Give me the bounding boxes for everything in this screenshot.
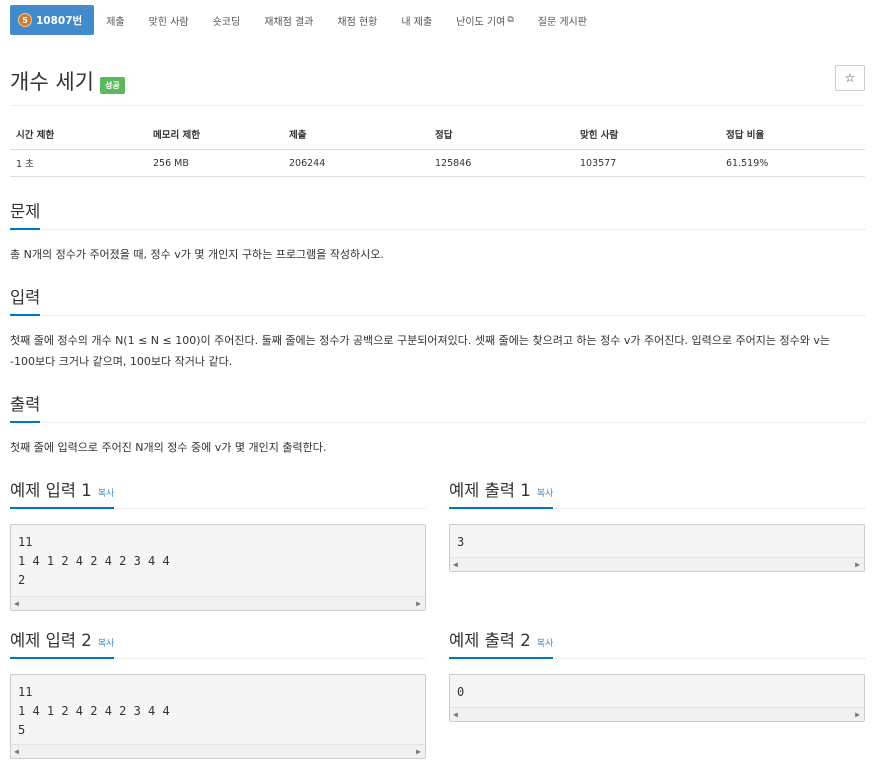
input-description-line2: -100보다 크거나 같으며, 100보다 작거나 같다. (10, 355, 233, 368)
title-divider (10, 105, 865, 106)
value-accept-ratio: 61.519% (720, 149, 865, 177)
sample-output-1-header: 예제 출력 1 복사 (449, 477, 865, 509)
sample-input-2-box: 11 1 4 1 2 4 2 4 2 3 4 4 5 ◀ ▶ (10, 674, 426, 759)
description-text: 총 N개의 정수가 주어졌을 때, 정수 v가 몇 개인지 구하는 프로그램을 … (10, 248, 384, 261)
nav-question-board[interactable]: 질문 게시판 (526, 5, 599, 35)
nav-difficulty-contribution[interactable]: 난이도 기여 ⧉ (444, 5, 526, 35)
copy-sample-output-2-button[interactable]: 복사 (537, 639, 554, 649)
header-accept-ratio: 정답 비율 (720, 121, 865, 150)
value-solved-users: 103577 (574, 149, 720, 177)
scroll-left-icon[interactable]: ◀ (14, 747, 19, 756)
output-description: 첫째 줄에 입력으로 주어진 N개의 정수 중에 v가 몇 개인지 출력한다. (10, 441, 327, 454)
copy-sample-input-1-button[interactable]: 복사 (98, 489, 115, 499)
copy-sample-input-2-button[interactable]: 복사 (98, 639, 115, 649)
value-time-limit: 1 초 (10, 149, 147, 177)
sample-output-1-content: 3 (457, 535, 465, 549)
nav-short-coding[interactable]: 숏코딩 (201, 5, 253, 35)
sample-input-1-header: 예제 입력 1 복사 (10, 477, 426, 509)
table-header-row: 시간 제한 메모리 제한 제출 정답 맞힌 사람 정답 비율 (10, 121, 865, 150)
problem-id-label: 10807번 (36, 14, 83, 27)
sample-output-2-heading-wrap: 예제 출력 2 복사 (449, 627, 554, 659)
sample-input-1-heading: 예제 입력 1 (10, 481, 92, 500)
sample-output-2-box: 0 ◀ ▶ (449, 674, 865, 722)
sample-input-1-scrollbar[interactable]: ◀ ▶ (11, 596, 425, 610)
scroll-right-icon[interactable]: ▶ (416, 747, 421, 756)
tier-badge-icon: 5 (18, 13, 32, 27)
copy-sample-output-1-button[interactable]: 복사 (537, 489, 554, 499)
header-submissions: 제출 (283, 121, 429, 150)
header-time-limit: 시간 제한 (10, 121, 147, 150)
problem-info-table: 시간 제한 메모리 제한 제출 정답 맞힌 사람 정답 비율 1 초 256 M… (10, 121, 865, 177)
header-solved-users: 맞힌 사람 (574, 121, 720, 150)
sample-output-1-heading: 예제 출력 1 (449, 481, 531, 500)
sample-input-1-heading-wrap: 예제 입력 1 복사 (10, 477, 115, 509)
scroll-left-icon[interactable]: ◀ (14, 599, 19, 608)
sample-input-2-content: 11 1 4 1 2 4 2 4 2 3 4 4 5 (18, 685, 170, 737)
nav-solved-users[interactable]: 맞힌 사람 (137, 5, 201, 35)
sample-output-2-header: 예제 출력 2 복사 (449, 627, 865, 659)
nav-problem-id[interactable]: 5 10807번 (10, 5, 95, 35)
header-memory-limit: 메모리 제한 (147, 121, 283, 150)
sample-output-1-heading-wrap: 예제 출력 1 복사 (449, 477, 554, 509)
table-row: 1 초 256 MB 206244 125846 103577 61.519% (10, 149, 865, 177)
description-heading: 문제 (10, 198, 41, 230)
page-title: 개수 세기 (10, 70, 94, 94)
sample-output-1-box: 3 ◀ ▶ (449, 524, 865, 572)
value-accepted: 125846 (429, 149, 574, 177)
sample-input-1-content: 11 1 4 1 2 4 2 4 2 3 4 4 2 (18, 535, 170, 587)
nav-rejudge-results[interactable]: 재채점 결과 (252, 5, 325, 35)
problem-nav: 5 10807번 제출 맞힌 사람 숏코딩 재채점 결과 채점 현황 내 제출 … (10, 5, 599, 35)
star-button[interactable]: ☆ (835, 65, 865, 91)
output-section-header: 출력 (10, 391, 865, 423)
sample-input-2-scrollbar[interactable]: ◀ ▶ (11, 744, 425, 758)
sample-input-1-box: 11 1 4 1 2 4 2 4 2 3 4 4 2 ◀ ▶ (10, 524, 426, 611)
nav-my-submissions[interactable]: 내 제출 (389, 5, 444, 35)
scroll-right-icon[interactable]: ▶ (855, 710, 860, 719)
input-description: 첫째 줄에 정수의 개수 N(1 ≤ N ≤ 100)이 주어진다. 둘째 줄에… (10, 330, 870, 372)
scroll-left-icon[interactable]: ◀ (453, 710, 458, 719)
scroll-left-icon[interactable]: ◀ (453, 560, 458, 569)
scroll-right-icon[interactable]: ▶ (855, 560, 860, 569)
description-section-header: 문제 (10, 198, 865, 230)
value-memory-limit: 256 MB (147, 149, 283, 177)
sample-output-2-scrollbar[interactable]: ◀ ▶ (450, 707, 864, 721)
input-description-line1: 첫째 줄에 정수의 개수 N(1 ≤ N ≤ 100)이 주어진다. 둘째 줄에… (10, 334, 830, 347)
sample-output-1-scrollbar[interactable]: ◀ ▶ (450, 557, 864, 571)
header-accepted: 정답 (429, 121, 574, 150)
nav-judge-status[interactable]: 채점 현황 (325, 5, 389, 35)
sample-input-2-heading: 예제 입력 2 (10, 631, 92, 650)
nav-submit[interactable]: 제출 (94, 5, 136, 35)
sample-output-2-content: 0 (457, 685, 465, 699)
sample-input-2-heading-wrap: 예제 입력 2 복사 (10, 627, 115, 659)
nav-difficulty-label: 난이도 기여 (456, 16, 506, 28)
output-heading: 출력 (10, 391, 41, 423)
sample-output-2-heading: 예제 출력 2 (449, 631, 531, 650)
value-submissions: 206244 (283, 149, 429, 177)
title-row: 개수 세기 성공 (10, 66, 125, 96)
input-heading: 입력 (10, 284, 41, 316)
scroll-right-icon[interactable]: ▶ (416, 599, 421, 608)
external-link-icon: ⧉ (507, 15, 514, 25)
sample-input-2-header: 예제 입력 2 복사 (10, 627, 426, 659)
input-section-header: 입력 (10, 284, 865, 316)
status-badge: 성공 (99, 76, 125, 94)
